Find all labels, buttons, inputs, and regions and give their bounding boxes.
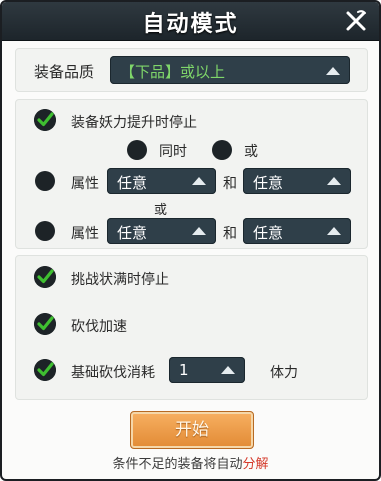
attr-row2-dropdown-1[interactable]: 任意: [107, 218, 216, 244]
options-panel: 挑战状满时停止 砍伐加速 基础砍伐消耗 1 体力: [15, 255, 368, 400]
stop-condition-panel: 装备妖力提升时停止 同时 或 属性 任意 和 任意 或 属性 任意 和 任意: [15, 99, 368, 249]
footer-note: 条件不足的装备将自动分解: [2, 453, 379, 472]
chevron-up-icon: [326, 67, 340, 75]
chop-speedup-label: 砍伐加速: [71, 319, 127, 335]
attr-row1-radio[interactable]: [35, 171, 55, 191]
attr-row1-dropdown-1[interactable]: 任意: [107, 168, 216, 194]
chevron-up-icon: [192, 227, 206, 235]
attr-row2-dropdown-2[interactable]: 任意: [243, 218, 351, 244]
stop-on-full-challenge-label: 挑战状满时停止: [71, 272, 169, 288]
attr-row2-value-2: 任意: [253, 224, 284, 242]
same-time-label: 同时: [159, 144, 187, 160]
footer-highlight: 分解: [242, 457, 269, 472]
quality-panel: 装备品质 【下品】或以上: [15, 48, 368, 92]
chop-speedup-checkbox[interactable]: [34, 313, 56, 335]
stop-on-power-up-checkbox[interactable]: [34, 109, 56, 131]
attr-row2-label: 属性: [71, 226, 99, 242]
dialog-title: 自动模式: [142, 12, 239, 37]
chevron-up-icon: [221, 366, 235, 374]
attr-row2-radio[interactable]: [35, 221, 55, 241]
chevron-up-icon: [327, 177, 341, 185]
attr-row1-dropdown-2[interactable]: 任意: [243, 168, 351, 194]
quality-label: 装备品质: [34, 63, 95, 81]
attr-row1-value-2: 任意: [253, 174, 284, 192]
same-time-radio[interactable]: [127, 140, 147, 160]
or-separator: 或: [154, 203, 168, 218]
chop-cost-dropdown[interactable]: 1: [169, 357, 245, 383]
close-icon[interactable]: [343, 8, 369, 34]
base-chop-cost-label: 基础砍伐消耗: [71, 365, 155, 381]
attr-row1-value-1: 任意: [117, 174, 148, 192]
chevron-up-icon: [192, 177, 206, 185]
quality-dropdown[interactable]: 【下品】或以上: [110, 56, 350, 84]
base-chop-cost-checkbox[interactable]: [34, 359, 56, 381]
auto-mode-dialog: 自动模式 装备品质 【下品】或以上 装备妖力提升时停止 同时 或 属性 任意 和: [0, 0, 381, 481]
chop-cost-value: 1: [179, 361, 189, 379]
footer-text: 条件不足的装备将自动: [112, 457, 243, 472]
or-radio-label: 或: [244, 144, 258, 160]
stop-on-power-up-label: 装备妖力提升时停止: [71, 115, 197, 131]
stop-on-full-challenge-checkbox[interactable]: [34, 266, 56, 288]
quality-value: 【下品】或以上: [120, 63, 226, 81]
attr-row1-label: 属性: [71, 176, 99, 192]
attr-row2-value-1: 任意: [117, 224, 148, 242]
stamina-unit-label: 体力: [270, 365, 298, 381]
dialog-header: 自动模式: [2, 2, 379, 41]
and-label: 和: [223, 226, 237, 242]
or-radio[interactable]: [212, 140, 232, 160]
chevron-up-icon: [327, 227, 341, 235]
and-label: 和: [223, 176, 237, 192]
start-button[interactable]: 开始: [130, 411, 254, 449]
